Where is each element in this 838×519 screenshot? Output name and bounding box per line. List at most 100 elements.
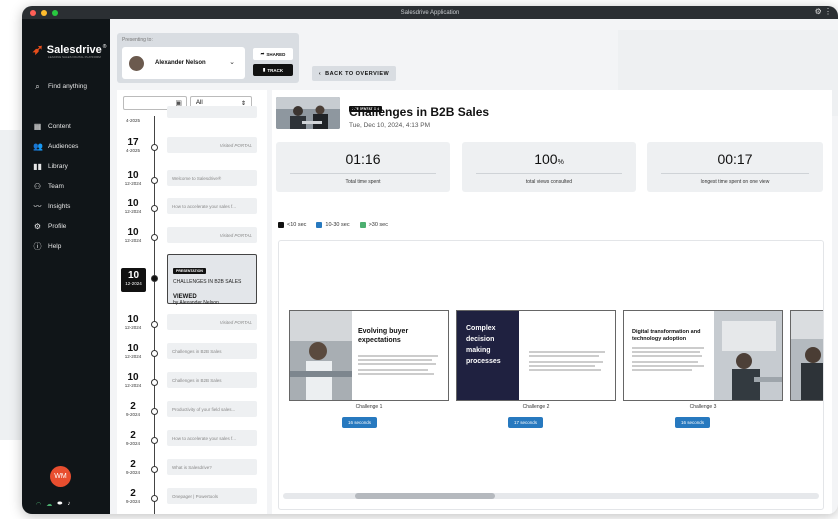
back-label: BACK TO OVERVIEW bbox=[325, 70, 390, 77]
scrollbar-thumb[interactable] bbox=[355, 493, 495, 499]
slide-card[interactable]: Digital transformation and technology ad… bbox=[623, 310, 783, 401]
chevron-down-icon: ⌄ bbox=[229, 59, 235, 66]
stat-views-consulted: 100% total views consulted bbox=[462, 142, 636, 192]
legend-swatch bbox=[359, 222, 366, 228]
gear-icon: ⚙ bbox=[33, 222, 42, 231]
timeline-dot bbox=[151, 379, 158, 386]
sidebar-search-label: Find anything bbox=[48, 83, 88, 90]
time-legend: <10 sec 10-30 sec >30 sec bbox=[278, 222, 388, 228]
stat-unit: % bbox=[557, 159, 564, 166]
back-to-overview-button[interactable]: ‹ BACK TO OVERVIEW bbox=[312, 66, 396, 81]
slide-caption: Challenge 2 bbox=[522, 404, 550, 410]
slide-carousel[interactable]: Evolving buyer expectations Challenge 1 … bbox=[278, 240, 824, 510]
timeline-card: Visited PORTAL bbox=[167, 137, 257, 153]
slide-time-badge: 17 seconds bbox=[508, 417, 544, 428]
sidebar-item-label: Library bbox=[48, 163, 68, 170]
presenting-panel: Presenting to: Alexander Nelson ⌄ ➦ SHAR… bbox=[117, 33, 299, 83]
timeline-day: 10 bbox=[127, 343, 139, 354]
sidebar-item-label: Team bbox=[48, 183, 64, 190]
stat-value: 01:16 bbox=[345, 151, 381, 167]
timeline-item[interactable]: 17 4-2025 Visited PORTAL bbox=[117, 137, 267, 159]
timeline-month: 12-2024 bbox=[125, 281, 142, 286]
carousel-scrollbar[interactable] bbox=[283, 493, 819, 499]
audience-select[interactable]: Alexander Nelson ⌄ bbox=[122, 47, 245, 79]
shared-label: SHARED bbox=[266, 51, 286, 57]
timeline-card: Visited PORTAL bbox=[167, 227, 257, 243]
timeline-item[interactable]: 10 12-2024 Challenges in B2B Sales bbox=[117, 343, 267, 365]
extension-icon[interactable]: ⚙ ⋮ bbox=[815, 7, 832, 16]
timeline-item[interactable]: 10 12-2024 How to accelerate your sales f… bbox=[117, 198, 267, 220]
legend-swatch bbox=[316, 222, 323, 228]
timeline-dot bbox=[151, 205, 158, 212]
sidebar-item-help[interactable]: ⓘ Help bbox=[33, 242, 62, 251]
timeline-day: 10 bbox=[127, 198, 139, 209]
track-button[interactable]: ▮ TRACK bbox=[253, 64, 293, 76]
team-icon: ⚇ bbox=[33, 182, 42, 191]
timeline-item-active[interactable]: 10 12-2024 PRESENTATION CHALLENGES IN B2B… bbox=[117, 254, 267, 306]
brand-logo[interactable]: ➶ Salesdrive ® LEADING SALES DIGITAL PLAT… bbox=[32, 41, 106, 59]
timeline-day: 2 bbox=[130, 401, 136, 412]
activity-timeline: ▣ All ⇕ 4-2025 17 4-2025 Visited PORTAL 1… bbox=[117, 90, 267, 514]
timeline-item[interactable]: 2 9-2024 How to accelerate your sales f..… bbox=[117, 430, 267, 452]
legend-swatch bbox=[278, 222, 284, 228]
legend-label: >30 sec bbox=[368, 222, 388, 228]
bell-icon[interactable]: ♪ bbox=[67, 501, 70, 508]
timeline-item[interactable]: 10 12-2024 Challenges in B2B Sales bbox=[117, 372, 267, 394]
timeline-dot bbox=[151, 437, 158, 444]
slide-title: Evolving buyer expectations bbox=[358, 328, 409, 344]
timeline-card: What is Salesdrive? bbox=[167, 459, 257, 475]
timeline-day: 10 bbox=[127, 227, 139, 238]
toggle-icon[interactable]: ⬬ bbox=[57, 501, 62, 508]
presentation-title: Challenges in B2B Sales bbox=[349, 105, 490, 119]
shared-button[interactable]: ➦ SHARED bbox=[253, 48, 293, 60]
timeline-card: How to accelerate your sales f... bbox=[167, 198, 257, 214]
sidebar-item-library[interactable]: ▮▮ Library bbox=[33, 162, 68, 171]
timeline-card: Welcome to Salesdrive® bbox=[167, 170, 257, 186]
slide-card[interactable]: Complex decision making processes bbox=[456, 310, 616, 401]
timeline-month: 9-2024 bbox=[125, 470, 140, 475]
slide-caption: Challenge 1 bbox=[355, 404, 383, 410]
legend-label: 10-30 sec bbox=[325, 222, 350, 228]
legend-item: >30 sec bbox=[359, 222, 388, 228]
sidebar-item-insights[interactable]: 〰 Insights bbox=[33, 202, 71, 211]
presentation-badge: PRESENTATION bbox=[173, 268, 206, 274]
slide-card[interactable]: Evolving buyer expectations bbox=[289, 310, 449, 401]
sidebar-item-label: Audiences bbox=[48, 143, 79, 150]
window-title: Salesdrive Application bbox=[400, 9, 460, 16]
stat-value: 100 bbox=[534, 151, 558, 167]
timeline-month: 12-2024 bbox=[124, 209, 142, 214]
timeline-item[interactable]: 2 9-2024 Productivity of your field sales… bbox=[117, 401, 267, 423]
sidebar-item-content[interactable]: ▦ Content bbox=[33, 122, 71, 131]
timeline-day: 17 bbox=[127, 137, 139, 148]
stat-label: longest time spent on one view bbox=[700, 179, 770, 185]
timeline-month: 12-2024 bbox=[124, 325, 142, 330]
timeline-item[interactable]: 10 12-2024 Welcome to Salesdrive® bbox=[117, 170, 267, 192]
timeline-item[interactable]: 2 9-2024 Onepager | Powertools bbox=[117, 488, 267, 510]
timeline-item[interactable]: 10 12-2024 Visited PORTAL bbox=[117, 227, 267, 249]
sidebar-item-audiences[interactable]: 👥 Audiences bbox=[33, 142, 78, 151]
sidebar-item-label: Insights bbox=[48, 203, 71, 210]
timeline-day: 2 bbox=[130, 459, 136, 470]
timeline-card: Productivity of your field sales... bbox=[167, 401, 257, 417]
presentation-thumbnail bbox=[276, 97, 340, 129]
brand-mark-icon: ➶ bbox=[32, 41, 44, 57]
timeline-dot bbox=[151, 234, 158, 241]
timeline-month: 4-2025 bbox=[125, 148, 140, 153]
slide-card-partial[interactable] bbox=[790, 310, 823, 401]
sidebar: ➶ Salesdrive ® LEADING SALES DIGITAL PLAT… bbox=[22, 19, 110, 514]
sidebar-item-profile[interactable]: ⚙ Profile bbox=[33, 222, 67, 231]
track-label: TRACK bbox=[267, 67, 284, 73]
book-icon: ▮▮ bbox=[33, 162, 42, 171]
timeline-day: 10 bbox=[127, 372, 139, 383]
wifi-icon: ◠ bbox=[36, 502, 42, 508]
audience-name: Alexander Nelson bbox=[155, 60, 206, 66]
sidebar-item-team[interactable]: ⚇ Team bbox=[33, 182, 64, 191]
timeline-item[interactable]: 10 12-2024 Visited PORTAL bbox=[117, 314, 267, 336]
timeline-month: 12-2024 bbox=[124, 354, 142, 359]
timeline-item[interactable]: 4-2025 bbox=[117, 106, 267, 136]
sidebar-search[interactable]: ⌕ Find anything bbox=[33, 82, 87, 91]
legend-item: 10-30 sec bbox=[316, 222, 350, 228]
timeline-item[interactable]: 2 9-2024 What is Salesdrive? bbox=[117, 459, 267, 481]
audience-avatar bbox=[129, 55, 144, 71]
user-avatar[interactable]: WM bbox=[50, 466, 71, 487]
